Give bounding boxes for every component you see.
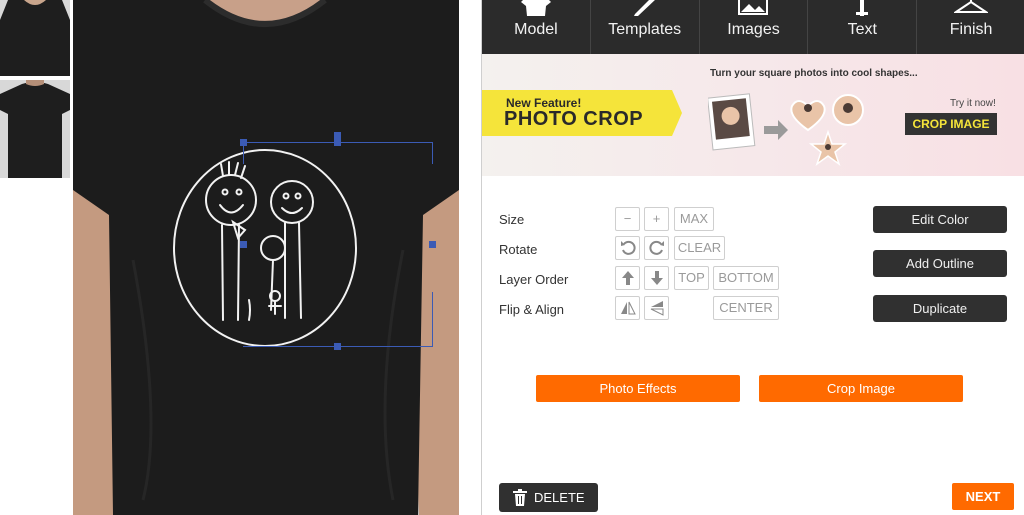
shirt-icon — [520, 0, 551, 16]
arrow-down-icon — [650, 271, 663, 285]
crop-image-button[interactable]: Crop Image — [759, 375, 963, 402]
layer-down-button[interactable] — [644, 266, 669, 290]
flip-align-label: Flip & Align — [499, 302, 565, 317]
flip-vertical-icon — [650, 301, 663, 316]
resize-handle[interactable] — [334, 343, 341, 350]
rotate-right-button[interactable] — [644, 236, 669, 260]
photo-crop-banner[interactable]: Turn your square photos into cool shapes… — [482, 54, 1024, 176]
delete-button[interactable]: DELETE — [499, 483, 598, 512]
tab-finish[interactable]: Finish — [917, 0, 1024, 54]
flip-vertical-button[interactable] — [644, 296, 669, 320]
banner-try-it: Try it now! — [950, 98, 996, 109]
delete-label: DELETE — [534, 490, 585, 505]
tab-label: Text — [847, 21, 877, 38]
duplicate-button[interactable]: Duplicate — [873, 295, 1007, 322]
tab-label: Templates — [608, 21, 682, 38]
arrow-up-icon — [621, 271, 634, 285]
main-nav-tabs: Model Templates Images Text Finish — [482, 0, 1024, 54]
tab-label: Images — [727, 21, 780, 38]
thumbnail-front-view[interactable] — [0, 0, 70, 76]
tab-images[interactable]: Images — [700, 0, 809, 54]
hanger-icon — [954, 0, 989, 13]
layer-top-button[interactable]: TOP — [674, 266, 709, 290]
editor-panel: Model Templates Images Text Finish Turn … — [481, 0, 1024, 515]
resize-handle[interactable] — [240, 139, 247, 146]
tab-templates[interactable]: Templates — [591, 0, 700, 54]
thumbnail-back-view[interactable] — [0, 80, 70, 178]
edit-color-button[interactable]: Edit Color — [873, 206, 1007, 233]
add-outline-button[interactable]: Add Outline — [873, 250, 1007, 277]
banner-headline: PHOTO CROP — [504, 108, 644, 130]
size-max-button[interactable]: MAX — [674, 207, 714, 231]
photo-shapes-illustration — [708, 93, 864, 166]
pencil-icon — [633, 0, 655, 16]
layer-order-label: Layer Order — [499, 272, 569, 287]
resize-handle[interactable] — [334, 132, 341, 139]
image-icon — [738, 0, 769, 15]
rotate-clear-button[interactable]: CLEAR — [674, 236, 725, 260]
resize-handle[interactable] — [429, 241, 436, 248]
layer-bottom-button[interactable]: BOTTOM — [713, 266, 779, 290]
rotate-left-icon — [620, 240, 636, 255]
resize-handle[interactable] — [334, 139, 341, 146]
photo-effects-button[interactable]: Photo Effects — [536, 375, 740, 402]
rotate-right-icon — [648, 240, 664, 255]
text-icon — [856, 0, 869, 16]
size-decrease-button[interactable]: − — [615, 207, 640, 231]
view-thumbnails — [0, 0, 72, 515]
tab-text[interactable]: Text — [808, 0, 918, 54]
banner-crop-image-button[interactable]: CROP IMAGE — [905, 113, 997, 135]
flip-horizontal-button[interactable] — [615, 296, 640, 320]
banner-tagline: Turn your square photos into cool shapes… — [710, 68, 918, 79]
layer-up-button[interactable] — [615, 266, 640, 290]
designer-app: Model Templates Images Text Finish Turn … — [0, 0, 1024, 515]
size-label: Size — [499, 212, 525, 227]
flip-horizontal-icon — [620, 301, 636, 315]
selected-design[interactable] — [240, 132, 436, 350]
selection-border-right — [432, 142, 433, 164]
align-center-button[interactable]: CENTER — [713, 296, 779, 320]
resize-handle[interactable] — [240, 241, 247, 248]
rotate-label: Rotate — [499, 242, 538, 257]
trash-icon — [513, 489, 527, 506]
next-button[interactable]: NEXT — [952, 483, 1014, 510]
rotate-left-button[interactable] — [615, 236, 640, 260]
product-canvas[interactable] — [73, 0, 459, 515]
size-increase-button[interactable]: + — [644, 207, 669, 231]
selection-border-right-lower — [432, 292, 433, 347]
tab-label: Finish — [949, 21, 993, 38]
tab-label: Model — [514, 21, 558, 38]
tab-model[interactable]: Model — [482, 0, 591, 54]
